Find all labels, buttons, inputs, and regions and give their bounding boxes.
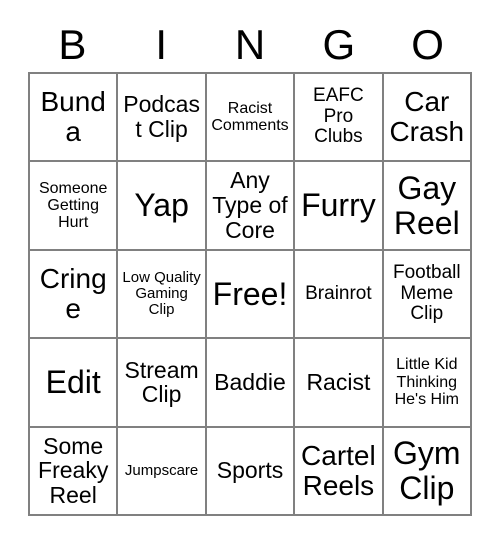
bingo-cell-label: Football Meme Clip bbox=[392, 262, 461, 325]
bingo-cell-label: Gym Clip bbox=[393, 435, 461, 506]
bingo-cell-label: Racist bbox=[306, 368, 371, 395]
bingo-cell-label: Low Quality Gaming Clip bbox=[122, 268, 201, 319]
bingo-cell-label: EAFC Pro Clubs bbox=[313, 85, 364, 148]
bingo-cell-r3c1[interactable]: Cringe bbox=[30, 250, 119, 340]
bingo-cell-r4c3[interactable]: Baddie bbox=[206, 339, 296, 428]
bingo-cell-label: Stream Clip bbox=[124, 356, 199, 408]
bingo-card: B I N G O Bunda Podcast Clip Racist Comm… bbox=[0, 0, 500, 544]
bingo-cell-label: Racist Comments bbox=[211, 99, 289, 135]
bingo-cell-r4c1[interactable]: Edit bbox=[30, 339, 119, 428]
bingo-cell-r5c2[interactable]: Jumpscare bbox=[118, 427, 207, 516]
bingo-cell-r1c2[interactable]: Podcast Clip bbox=[118, 74, 207, 163]
bingo-cell-label: Little Kid Thinking He's Him bbox=[394, 356, 459, 409]
bingo-cell-label: Jumpscare bbox=[124, 461, 199, 479]
bingo-cell-label: Car Crash bbox=[389, 85, 465, 148]
bingo-cell-label: Any Type of Core bbox=[212, 167, 288, 243]
bingo-cell-r2c1[interactable]: Someone Getting Hurt bbox=[30, 162, 119, 251]
bingo-cell-label: Brainrot bbox=[305, 282, 372, 304]
bingo-cell-r5c3[interactable]: Sports bbox=[206, 427, 296, 516]
bingo-cell-label: Yap bbox=[134, 187, 189, 224]
bingo-grid: Bunda Podcast Clip Racist Comments EAFC … bbox=[28, 72, 472, 516]
bingo-cell-label: Free! bbox=[212, 275, 288, 312]
bingo-cell-r1c5[interactable]: Car Crash bbox=[383, 74, 472, 163]
header-letter-g: G bbox=[322, 21, 356, 68]
bingo-cell-label: Someone Getting Hurt bbox=[38, 179, 108, 232]
bingo-cell-free-space[interactable]: Free! bbox=[206, 250, 296, 340]
bingo-cell-label: Furry bbox=[301, 187, 376, 224]
bingo-cell-r5c1[interactable]: Some Freaky Reel bbox=[30, 427, 119, 516]
bingo-cell-r4c4[interactable]: Racist bbox=[295, 339, 384, 428]
bingo-cell-r2c3[interactable]: Any Type of Core bbox=[206, 162, 296, 251]
bingo-cell-label: Gay Reel bbox=[393, 170, 460, 241]
header-letter-o: O bbox=[411, 21, 444, 68]
bingo-cell-label: Podcast Clip bbox=[123, 91, 200, 143]
bingo-cell-label: Edit bbox=[45, 364, 101, 401]
bingo-cell-r2c5[interactable]: Gay Reel bbox=[383, 162, 472, 251]
bingo-cell-r2c2[interactable]: Yap bbox=[118, 162, 207, 251]
bingo-cell-r3c2[interactable]: Low Quality Gaming Clip bbox=[118, 250, 207, 340]
bingo-cell-r1c3[interactable]: Racist Comments bbox=[206, 74, 296, 163]
bingo-cell-r3c5[interactable]: Football Meme Clip bbox=[383, 250, 472, 340]
bingo-cell-r5c5[interactable]: Gym Clip bbox=[383, 427, 472, 516]
header-letter-n: N bbox=[234, 21, 266, 68]
bingo-cell-label: Cringe bbox=[39, 262, 107, 324]
bingo-cell-label: Baddie bbox=[214, 368, 286, 395]
bingo-cell-r5c4[interactable]: Cartel Reels bbox=[295, 427, 384, 516]
bingo-cell-r4c5[interactable]: Little Kid Thinking He's Him bbox=[383, 339, 472, 428]
bingo-cell-r1c1[interactable]: Bunda bbox=[30, 74, 119, 163]
bingo-cell-label: Bunda bbox=[40, 85, 106, 148]
bingo-cell-r2c4[interactable]: Furry bbox=[295, 162, 384, 251]
bingo-cell-r3c4[interactable]: Brainrot bbox=[295, 250, 384, 340]
bingo-cell-label: Some Freaky Reel bbox=[38, 432, 109, 509]
bingo-cell-r1c4[interactable]: EAFC Pro Clubs bbox=[295, 74, 384, 163]
header-letter-i: I bbox=[155, 21, 168, 68]
bingo-cell-label: Cartel Reels bbox=[301, 439, 376, 501]
bingo-cell-label: Sports bbox=[216, 457, 284, 484]
bingo-header-row: B I N G O bbox=[28, 18, 472, 72]
header-letter-b: B bbox=[58, 21, 87, 68]
bingo-cell-r4c2[interactable]: Stream Clip bbox=[118, 339, 207, 428]
